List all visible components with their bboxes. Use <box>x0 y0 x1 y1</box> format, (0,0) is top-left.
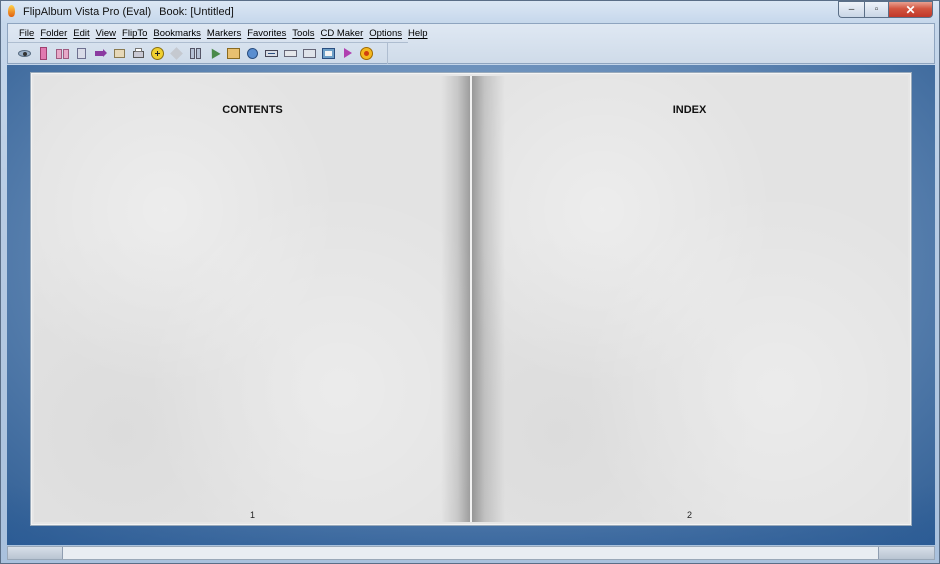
title-bar[interactable]: FlipAlbum Vista Pro (Eval) Book: [Untitl… <box>1 1 939 22</box>
left-page[interactable]: CONTENTS 1 <box>34 76 471 522</box>
menu-cd-maker[interactable]: CD Maker <box>320 28 363 39</box>
add-icon[interactable] <box>151 47 164 60</box>
menu-file[interactable]: File <box>19 28 34 39</box>
toolbar <box>18 43 388 64</box>
bookmark-icon[interactable] <box>37 47 50 60</box>
book-title: Book: [Untitled] <box>159 5 234 18</box>
horizontal-scrollbar[interactable] <box>7 546 935 560</box>
right-page-number: 2 <box>686 510 692 520</box>
rotate-icon[interactable] <box>170 47 183 60</box>
menu-bookmarks[interactable]: Bookmarks <box>153 28 201 39</box>
album-icon[interactable] <box>322 47 335 60</box>
menu-bar: File Folder Edit View FlipTo Bookmarks M… <box>8 24 428 43</box>
app-title: FlipAlbum Vista Pro (Eval) <box>23 5 152 18</box>
page-icon[interactable] <box>75 47 88 60</box>
close-button[interactable]: ✕ <box>888 1 933 18</box>
menu-help[interactable]: Help <box>408 28 428 39</box>
left-page-number: 1 <box>249 510 255 520</box>
eye-icon[interactable] <box>18 47 31 60</box>
cursor-icon[interactable] <box>207 46 221 60</box>
menu-tools[interactable]: Tools <box>292 28 314 39</box>
flip-arrow-icon[interactable] <box>94 47 107 60</box>
resize-icon[interactable] <box>284 47 297 60</box>
menu-edit[interactable]: Edit <box>73 28 89 39</box>
app-window: FlipAlbum Vista Pro (Eval) Book: [Untitl… <box>0 0 940 564</box>
menu-markers[interactable]: Markers <box>207 28 241 39</box>
globe-icon[interactable] <box>246 47 259 60</box>
close-icon: ✕ <box>905 2 916 17</box>
maximize-button[interactable]: ▫ <box>864 1 888 18</box>
scroll-left-button[interactable] <box>8 547 63 559</box>
display-icon[interactable] <box>303 47 316 60</box>
menu-view[interactable]: View <box>96 28 116 39</box>
pointer-icon[interactable] <box>341 47 354 60</box>
maximize-icon: ▫ <box>874 4 879 15</box>
album-workspace: CONTENTS 1 INDEX 2 <box>7 65 935 545</box>
open-book-icon[interactable] <box>56 47 69 60</box>
right-page[interactable]: INDEX 2 <box>471 76 908 522</box>
flipalbum-logo-icon <box>5 5 18 18</box>
menu-and-toolbar-area: File Folder Edit View FlipTo Bookmarks M… <box>7 23 935 64</box>
scroll-right-button[interactable] <box>878 547 934 559</box>
fit-width-icon[interactable] <box>265 47 278 60</box>
star-icon[interactable] <box>360 47 373 60</box>
window-controls: – ▫ ✕ <box>838 1 933 18</box>
contents-title: CONTENTS <box>222 104 283 116</box>
photo-book-icon[interactable] <box>227 47 240 60</box>
book-pages-icon[interactable] <box>113 47 126 60</box>
index-title: INDEX <box>672 104 707 116</box>
two-page-icon[interactable] <box>189 47 202 60</box>
menu-options[interactable]: Options <box>369 28 402 39</box>
print-icon[interactable] <box>132 47 145 60</box>
minimize-icon: – <box>848 4 855 15</box>
open-book: CONTENTS 1 INDEX 2 <box>31 73 911 525</box>
menu-flipto[interactable]: FlipTo <box>122 28 147 39</box>
book-spine <box>470 76 472 522</box>
minimize-button[interactable]: – <box>838 1 864 18</box>
menu-favorites[interactable]: Favorites <box>247 28 286 39</box>
menu-folder[interactable]: Folder <box>40 28 67 39</box>
